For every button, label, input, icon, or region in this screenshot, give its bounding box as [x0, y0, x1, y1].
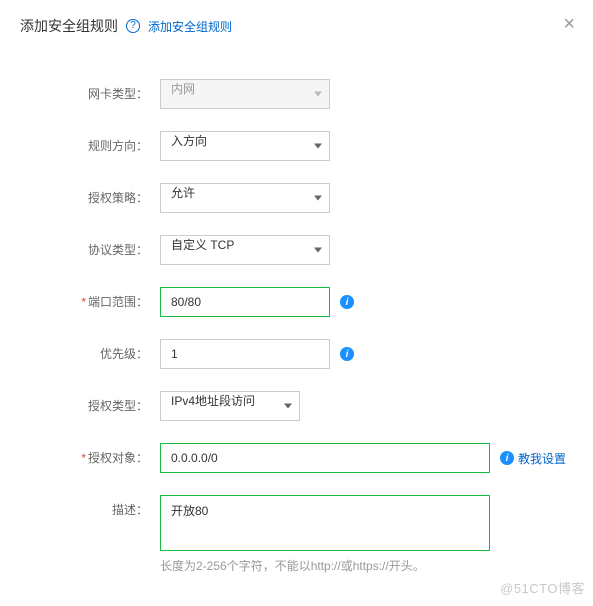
row-protocol: 协议类型： 自定义 TCP — [20, 235, 573, 265]
label-protocol: 协议类型： — [20, 235, 160, 258]
info-icon: i — [500, 451, 514, 465]
label-nic-type: 网卡类型： — [20, 79, 160, 102]
watermark: @51CTO博客 — [500, 578, 585, 597]
label-auth-type: 授权类型： — [20, 391, 160, 414]
label-auth-object: *授权对象： — [20, 443, 160, 466]
info-icon[interactable]: i — [340, 295, 354, 309]
close-icon[interactable]: × — [563, 14, 575, 34]
teach-me-link[interactable]: i 教我设置 — [500, 450, 566, 467]
select-nic-type: 内网 — [160, 79, 330, 109]
label-policy: 授权策略： — [20, 183, 160, 206]
input-port-range[interactable] — [160, 287, 330, 317]
row-auth-object: *授权对象： i 教我设置 — [20, 443, 573, 473]
label-direction: 规则方向： — [20, 131, 160, 154]
row-priority: 优先级： i — [20, 339, 573, 369]
input-priority[interactable] — [160, 339, 330, 369]
label-port-range: *端口范围： — [20, 287, 160, 310]
row-policy: 授权策略： 允许 — [20, 183, 573, 213]
select-direction[interactable]: 入方向 — [160, 131, 330, 161]
row-description: 描述： 长度为2-256个字符，不能以http://或https://开头。 — [20, 495, 573, 574]
help-icon[interactable]: ? — [126, 19, 140, 33]
help-link[interactable]: 添加安全组规则 — [148, 18, 232, 35]
dialog-title: 添加安全组规则 — [20, 16, 118, 36]
select-auth-type[interactable]: IPv4地址段访问 — [160, 391, 300, 421]
select-protocol[interactable]: 自定义 TCP — [160, 235, 330, 265]
form-body: 网卡类型： 内网 规则方向： 入方向 授权策略： 允许 协议类型： — [0, 49, 593, 606]
textarea-description[interactable] — [160, 495, 490, 551]
select-policy[interactable]: 允许 — [160, 183, 330, 213]
label-priority: 优先级： — [20, 339, 160, 362]
row-auth-type: 授权类型： IPv4地址段访问 — [20, 391, 573, 421]
dialog-header: 添加安全组规则 ? 添加安全组规则 — [0, 0, 593, 49]
row-direction: 规则方向： 入方向 — [20, 131, 573, 161]
input-auth-object[interactable] — [160, 443, 490, 473]
row-port-range: *端口范围： i — [20, 287, 573, 317]
label-description: 描述： — [20, 495, 160, 518]
description-hint: 长度为2-256个字符，不能以http://或https://开头。 — [160, 557, 490, 574]
teach-me-label: 教我设置 — [518, 450, 566, 467]
info-icon[interactable]: i — [340, 347, 354, 361]
row-nic-type: 网卡类型： 内网 — [20, 79, 573, 109]
